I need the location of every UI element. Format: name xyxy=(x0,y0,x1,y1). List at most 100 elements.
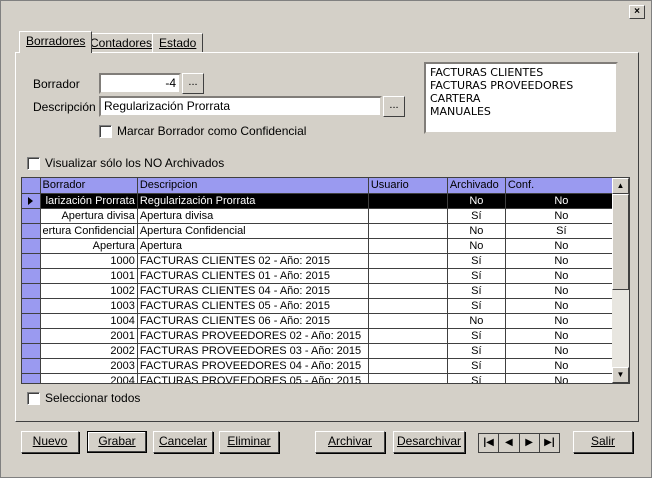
table-row[interactable]: 2001 FACTURAS PROVEEDORES 02 - Año: 2015 S… xyxy=(22,328,618,344)
cell-archivado[interactable]: Sí xyxy=(447,343,506,359)
table-row[interactable]: 1002 FACTURAS CLIENTES 04 - Año: 2015 Sí No xyxy=(22,283,618,299)
cell-conf[interactable]: No xyxy=(505,343,618,359)
cell-archivado[interactable]: Sí xyxy=(447,208,506,224)
cell-descripcion[interactable]: FACTURAS CLIENTES 05 - Año: 2015 xyxy=(137,298,369,314)
cell-archivado[interactable]: No xyxy=(447,223,506,239)
cell-conf[interactable]: Sí xyxy=(505,223,618,239)
cancelar-button[interactable]: Cancelar xyxy=(153,431,213,453)
cell-descripcion[interactable]: FACTURAS PROVEEDORES 03 - Año: 2015 xyxy=(137,343,369,359)
table-row[interactable]: 1003 FACTURAS CLIENTES 05 - Año: 2015 Sí No xyxy=(22,298,618,314)
cell-conf[interactable]: No xyxy=(505,193,618,209)
cell-usuario[interactable] xyxy=(368,253,448,269)
table-row[interactable]: 2003 FACTURAS PROVEEDORES 04 - Año: 2015 S… xyxy=(22,358,618,374)
borrador-type-listbox[interactable]: FACTURAS CLIENTES FACTURAS PROVEEDORES C… xyxy=(424,62,618,134)
cell-conf[interactable]: No xyxy=(505,253,618,269)
cell-usuario[interactable] xyxy=(368,193,448,209)
cell-archivado[interactable]: Sí xyxy=(447,373,506,383)
cell-borrador[interactable]: 1003 xyxy=(40,298,138,314)
cell-borrador[interactable]: 1004 xyxy=(40,313,138,329)
confidencial-checkbox[interactable] xyxy=(99,125,112,138)
cell-borrador[interactable]: larización Prorrata xyxy=(40,193,138,209)
cell-borrador[interactable]: 2002 xyxy=(40,343,138,359)
row-indicator[interactable] xyxy=(22,238,41,254)
row-indicator[interactable] xyxy=(22,223,41,239)
cell-descripcion[interactable]: Apertura xyxy=(137,238,369,254)
salir-button[interactable]: Salir xyxy=(573,431,633,453)
row-indicator[interactable] xyxy=(22,313,41,329)
list-item[interactable]: FACTURAS PROVEEDORES xyxy=(430,79,612,92)
table-row[interactable]: 2004 FACTURAS PROVEEDORES 05 - Año: 2015 S… xyxy=(22,373,618,383)
cell-archivado[interactable]: Sí xyxy=(447,298,506,314)
cell-descripcion[interactable]: FACTURAS CLIENTES 06 - Año: 2015 xyxy=(137,313,369,329)
column-header-conf[interactable]: Conf. xyxy=(505,178,618,194)
row-indicator[interactable] xyxy=(22,328,41,344)
scroll-down-button[interactable]: ▼ xyxy=(612,367,629,383)
descripcion-input[interactable]: Regularización Prorrata xyxy=(99,96,382,117)
cell-conf[interactable]: No xyxy=(505,328,618,344)
last-record-icon[interactable]: ▶| xyxy=(540,434,559,452)
cell-descripcion[interactable]: Apertura divisa xyxy=(137,208,369,224)
visualizar-checkbox[interactable] xyxy=(27,157,40,170)
cell-conf[interactable]: No xyxy=(505,313,618,329)
archivar-button[interactable]: Archivar xyxy=(315,431,385,453)
row-indicator[interactable] xyxy=(22,298,41,314)
cell-descripcion[interactable]: FACTURAS PROVEEDORES 05 - Año: 2015 xyxy=(137,373,369,383)
seleccionar-todos-checkbox[interactable] xyxy=(27,392,40,405)
cell-usuario[interactable] xyxy=(368,313,448,329)
tab-borradores[interactable]: Borradores xyxy=(19,31,93,53)
borrador-input[interactable]: -4 xyxy=(99,73,181,94)
first-record-icon[interactable]: |◀ xyxy=(479,434,500,452)
cell-usuario[interactable] xyxy=(368,238,448,254)
cell-usuario[interactable] xyxy=(368,208,448,224)
cell-descripcion[interactable]: FACTURAS CLIENTES 02 - Año: 2015 xyxy=(137,253,369,269)
cell-descripcion[interactable]: Regularización Prorrata xyxy=(137,193,369,209)
table-row[interactable]: Apertura divisa Apertura divisa Sí No xyxy=(22,208,618,224)
cell-borrador[interactable]: 1001 xyxy=(40,268,138,284)
cell-usuario[interactable] xyxy=(368,328,448,344)
table-row[interactable]: larización Prorrata Regularización Prorra… xyxy=(22,193,618,209)
descripcion-browse-button[interactable]: ... xyxy=(383,96,405,117)
cell-descripcion[interactable]: FACTURAS PROVEEDORES 02 - Año: 2015 xyxy=(137,328,369,344)
borrador-browse-button[interactable]: ... xyxy=(182,73,204,94)
cell-archivado[interactable]: Sí xyxy=(447,358,506,374)
cell-descripcion[interactable]: FACTURAS CLIENTES 04 - Año: 2015 xyxy=(137,283,369,299)
cell-conf[interactable]: No xyxy=(505,283,618,299)
cell-descripcion[interactable]: FACTURAS PROVEEDORES 04 - Año: 2015 xyxy=(137,358,369,374)
cell-borrador[interactable]: ertura Confidencial xyxy=(40,223,138,239)
scroll-up-button[interactable]: ▲ xyxy=(612,178,629,194)
cell-usuario[interactable] xyxy=(368,283,448,299)
row-indicator[interactable] xyxy=(22,283,41,299)
column-header-descripcion[interactable]: Descripcion xyxy=(137,178,369,194)
cell-usuario[interactable] xyxy=(368,358,448,374)
cell-borrador[interactable]: Apertura divisa xyxy=(40,208,138,224)
desarchivar-button[interactable]: Desarchivar xyxy=(393,431,465,453)
table-row[interactable]: 2002 FACTURAS PROVEEDORES 03 - Año: 2015 S… xyxy=(22,343,618,359)
cell-archivado[interactable]: No xyxy=(447,313,506,329)
cell-archivado[interactable]: Sí xyxy=(447,253,506,269)
column-header-usuario[interactable]: Usuario xyxy=(368,178,448,194)
cell-archivado[interactable]: Sí xyxy=(447,268,506,284)
cell-archivado[interactable]: No xyxy=(447,238,506,254)
table-row[interactable]: 1004 FACTURAS CLIENTES 06 - Año: 2015 No No xyxy=(22,313,618,329)
cell-borrador[interactable]: 2001 xyxy=(40,328,138,344)
row-indicator[interactable] xyxy=(22,358,41,374)
cell-archivado[interactable]: No xyxy=(447,193,506,209)
nuevo-button[interactable]: Nuevo xyxy=(21,431,79,453)
row-indicator[interactable] xyxy=(22,373,41,383)
cell-borrador[interactable]: 1000 xyxy=(40,253,138,269)
table-row[interactable]: ertura Confidencial Apertura Confidencial… xyxy=(22,223,618,239)
eliminar-button[interactable]: Eliminar xyxy=(219,431,279,453)
row-indicator[interactable] xyxy=(22,208,41,224)
cell-borrador[interactable]: Apertura xyxy=(40,238,138,254)
cell-borrador[interactable]: 2003 xyxy=(40,358,138,374)
column-header-archivado[interactable]: Archivado xyxy=(447,178,506,194)
tab-contadores[interactable]: Contadores xyxy=(83,33,160,53)
cell-descripcion[interactable]: FACTURAS CLIENTES 01 - Año: 2015 xyxy=(137,268,369,284)
cell-borrador[interactable]: 1002 xyxy=(40,283,138,299)
cell-usuario[interactable] xyxy=(368,373,448,383)
row-indicator[interactable] xyxy=(22,268,41,284)
cell-usuario[interactable] xyxy=(368,298,448,314)
table-row[interactable]: Apertura Apertura No No xyxy=(22,238,618,254)
cell-archivado[interactable]: Sí xyxy=(447,283,506,299)
tab-estado[interactable]: Estado xyxy=(152,33,204,53)
